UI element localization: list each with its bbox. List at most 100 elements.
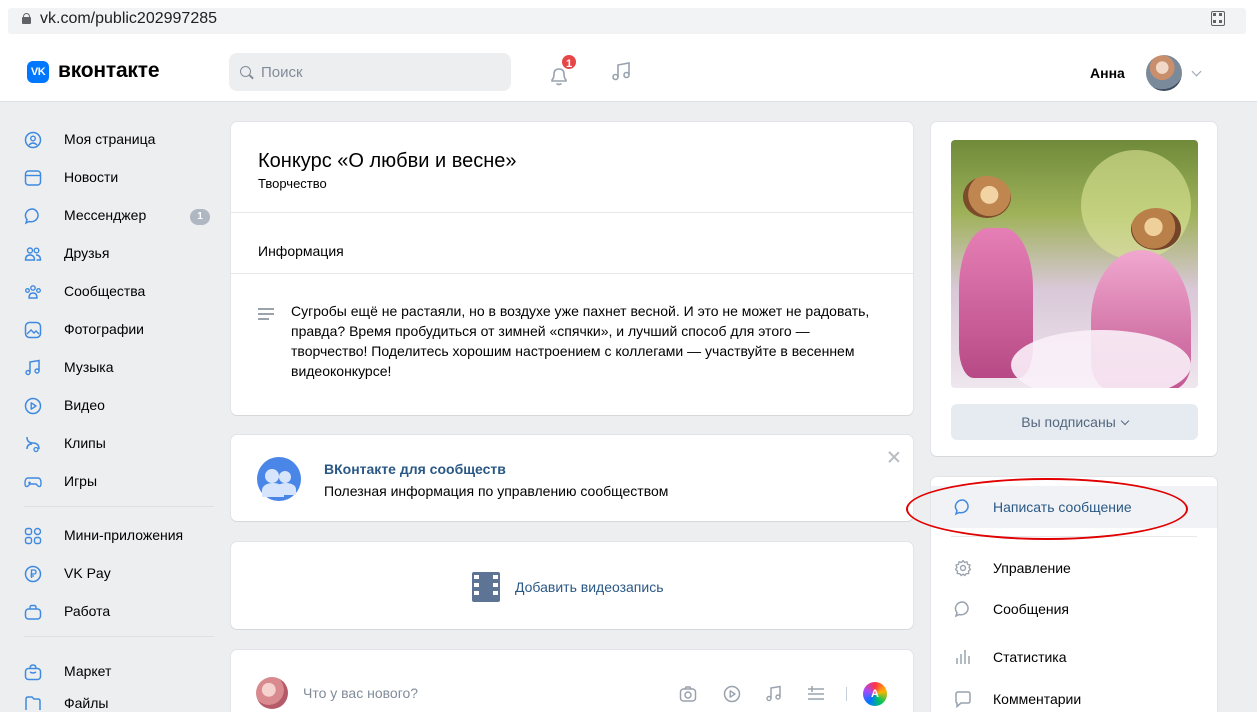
sidebar-item-messenger[interactable]: Мессенджер 1 [24,196,214,234]
sidebar-item-label: Клипы [64,435,106,451]
music-icon [25,359,40,376]
games-icon [24,477,42,488]
news-icon [24,170,42,186]
sidebar-item-friends[interactable]: Друзья [24,234,214,272]
sidebar-item-news[interactable]: Новости [24,158,214,196]
add-video-card[interactable]: Добавить видеозапись [231,542,913,629]
close-icon[interactable] [888,451,900,463]
search-input[interactable]: Поиск [229,53,511,91]
sidebar-item-label: Друзья [64,245,110,261]
sidebar-item-mini-apps[interactable]: Мини-приложения [24,516,214,554]
sidebar-divider [24,506,214,507]
description-icon [258,308,274,320]
notifications-badge: 1 [560,53,578,71]
play-icon[interactable] [723,685,741,703]
action-label: Комментарии [993,691,1082,707]
sidebar-item-label: Моя страница [64,131,156,147]
gear-icon [954,559,972,577]
sidebar-item-my-page[interactable]: Моя страница [24,120,214,158]
author-select-button[interactable]: A [863,682,887,706]
music-icon[interactable] [765,685,783,703]
community-promo-avatar[interactable] [257,457,301,501]
sidebar-item-music[interactable]: Музыка [24,348,214,386]
post-input[interactable]: Что у вас нового? [303,685,418,701]
sidebar-item-clips[interactable]: Клипы [24,424,214,462]
divider [231,212,913,213]
sidebar-item-photos[interactable]: Фотографии [24,310,214,348]
sidebar-item-label: Видео [64,397,105,413]
chat-icon [954,601,969,618]
url-text[interactable]: vk.com/public202997285 [40,10,217,28]
community-description: Сугробы ещё не растаяли, но в воздухе уж… [291,303,870,379]
messenger-icon [24,208,39,225]
action-label: Сообщения [993,601,1069,617]
friends-icon [24,247,42,261]
user-name[interactable]: Анна [1090,65,1125,81]
list-icon[interactable] [807,685,825,703]
add-video-button[interactable]: Добавить видеозапись [515,579,664,595]
subscribed-label: Вы подписаны [1021,414,1116,430]
sidebar-item-label: Маркет [64,663,112,679]
sidebar-item-label: Музыка [64,359,114,375]
info-heading: Информация [258,243,344,259]
browser-address-bar: vk.com/public202997285 [0,0,1257,42]
profile-icon [24,131,42,149]
highlight-ellipse [906,478,1188,540]
sidebar-item-label: Новости [64,169,119,185]
sidebar-item-video[interactable]: Видео [24,386,214,424]
search-icon [240,66,251,77]
promo-title-link[interactable]: ВКонтакте для сообществ [324,461,506,477]
sidebar-item-work[interactable]: Работа [24,592,214,630]
promo-subtitle: Полезная информация по управлению сообще… [324,483,669,499]
vkpay-icon [24,565,42,583]
qr-code-icon[interactable] [1211,11,1225,26]
mini-apps-icon [24,527,42,545]
market-icon [24,664,42,681]
video-icon [24,397,42,415]
music-icon[interactable] [610,60,634,84]
sidebar-item-label: Фотографии [64,321,145,337]
sidebar-item-label: Мессенджер [64,207,147,223]
avatar[interactable] [256,677,288,709]
search-placeholder: Поиск [261,64,303,81]
divider [231,273,913,274]
files-icon [25,696,41,710]
chevron-down-icon [1120,416,1129,426]
camera-icon[interactable] [679,685,697,703]
sidebar-divider [24,636,214,637]
community-info-card: Конкурс «О любви и весне» Творчество Инф… [231,122,913,415]
sidebar-item-vk-pay[interactable]: VK Pay [24,554,214,592]
post-composer: Что у вас нового? A [231,650,913,712]
messages-button[interactable]: Сообщения [931,588,1217,630]
statistics-button[interactable]: Статистика [931,636,1217,678]
sidebar-item-files[interactable]: Файлы [24,684,214,712]
sidebar-item-label: Игры [64,473,98,489]
manage-button[interactable]: Управление [931,547,1217,589]
comments-button[interactable]: Комментарии [931,678,1217,712]
action-label: Управление [993,560,1071,576]
subscribed-button[interactable]: Вы подписаны [951,404,1198,440]
action-label: Статистика [993,649,1067,665]
page-title: Конкурс «О любви и весне» [258,150,517,172]
vk-logo-text[interactable]: вконтакте [58,59,159,83]
sidebar-item-games[interactable]: Игры [24,462,214,500]
avatar[interactable] [1146,55,1182,91]
cover-card: Вы подписаны [931,122,1217,456]
vk-logo-icon[interactable]: VK [27,61,49,83]
promo-card: ВКонтакте для сообществ Полезная информа… [231,435,913,521]
sidebar-item-communities[interactable]: Сообщества [24,272,214,310]
toolbar-divider [846,687,847,701]
community-category[interactable]: Творчество [258,176,327,191]
sidebar-item-label: Работа [64,603,111,619]
work-icon [24,604,42,620]
clips-icon [26,436,40,453]
lock-icon[interactable] [22,13,31,24]
communities-icon [25,285,41,299]
stats-icon [956,650,970,664]
sidebar-item-label: Сообщества [64,283,146,299]
community-cover-image[interactable] [951,140,1198,388]
comments-icon [955,691,971,708]
sidebar-item-label: Файлы [64,695,109,711]
sidebar-item-label: Мини-приложения [64,527,184,543]
messenger-badge: 1 [190,209,210,225]
